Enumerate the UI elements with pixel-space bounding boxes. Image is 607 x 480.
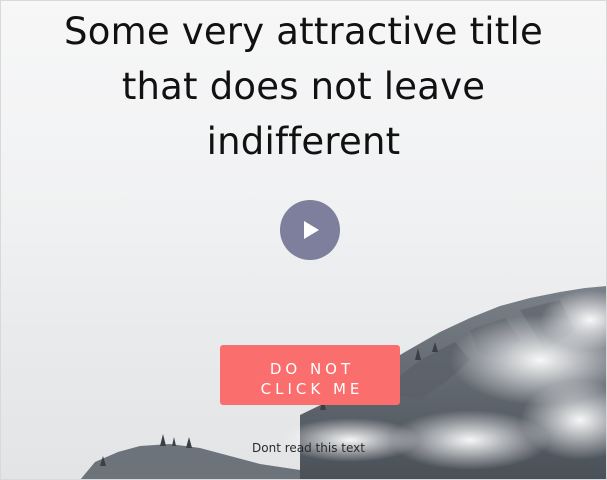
play-icon: [304, 221, 319, 239]
title-line: Some very attractive title: [64, 10, 543, 53]
hero-section: Some very attractive title that does not…: [0, 0, 607, 480]
title-line: that does not leave: [121, 65, 486, 108]
title-line: indifferent: [206, 120, 401, 163]
do-not-click-button[interactable]: DO NOT CLICK ME: [220, 345, 400, 405]
cta-line: DO NOT: [269, 360, 355, 378]
cta-line: CLICK ME: [260, 380, 364, 398]
play-button[interactable]: [280, 200, 340, 260]
page-title: Some very attractive title that does not…: [0, 4, 607, 169]
footnote-text: Dont read this text: [252, 441, 365, 455]
